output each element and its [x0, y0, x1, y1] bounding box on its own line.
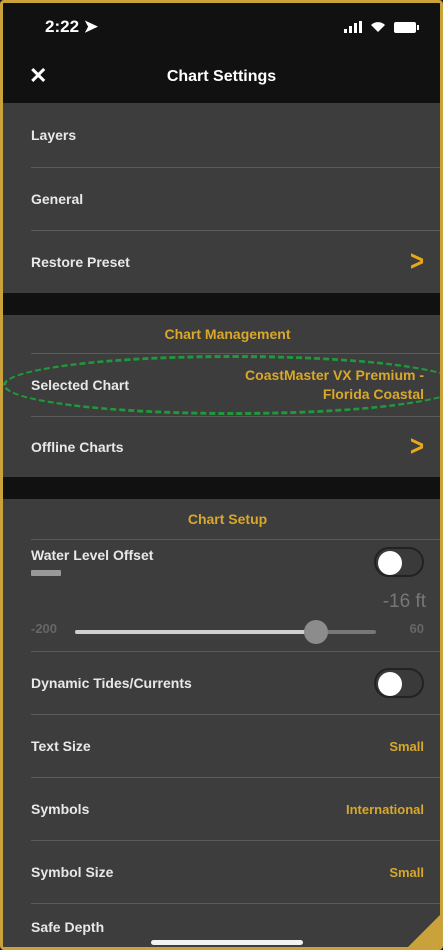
chart-management-title: Chart Management: [164, 326, 291, 342]
symbols-row[interactable]: Symbols International: [3, 778, 440, 840]
cellular-signal-icon: [344, 21, 362, 33]
slider-track[interactable]: [75, 620, 376, 644]
toggle-knob: [378, 672, 402, 696]
toggle-knob: [378, 551, 402, 575]
dynamic-tides-row: Dynamic Tides/Currents: [3, 652, 440, 714]
general-label: General: [31, 191, 84, 207]
menu-item-restore-preset[interactable]: Restore Preset >: [3, 231, 440, 293]
menu-item-general[interactable]: General: [3, 168, 440, 230]
restore-preset-label: Restore Preset: [31, 254, 130, 270]
chevron-right-icon: >: [409, 430, 424, 463]
menu-item-offline-charts[interactable]: Offline Charts >: [3, 417, 440, 477]
water-level-offset-toggle[interactable]: [374, 547, 424, 577]
symbol-size-row[interactable]: Symbol Size Small: [3, 841, 440, 903]
water-level-offset-slider-area: -16 ft -200 60: [3, 591, 440, 647]
water-level-offset-label: Water Level Offset: [31, 547, 154, 563]
text-size-row[interactable]: Text Size Small: [3, 715, 440, 777]
selected-chart-value-line2: Florida Coastal: [322, 386, 424, 402]
phone-screen: 2:22 ➤ ✕ Chart Settings Layers General R…: [0, 0, 443, 950]
water-level-offset-value: -16 ft: [382, 591, 426, 612]
slider-thumb[interactable]: [303, 620, 328, 644]
section-gap: [3, 477, 440, 499]
symbol-size-label: Symbol Size: [31, 864, 114, 880]
dynamic-tides-label: Dynamic Tides/Currents: [31, 675, 192, 691]
symbols-label: Symbols: [31, 801, 90, 817]
layers-label: Layers: [31, 127, 77, 143]
selected-chart-row[interactable]: Selected Chart CoastMaster VX Premium - …: [3, 354, 440, 416]
status-bar: 2:22 ➤: [3, 3, 440, 51]
water-level-offset-label-block: Water Level Offset: [31, 547, 153, 579]
chart-management-header: Chart Management: [3, 315, 440, 353]
location-arrow-icon: ➤: [83, 17, 99, 36]
dynamic-tides-toggle[interactable]: [374, 668, 424, 698]
selected-chart-label: Selected Chart: [31, 377, 130, 393]
page-title: Chart Settings: [166, 68, 277, 85]
chevron-right-icon: >: [409, 245, 424, 278]
text-size-label: Text Size: [31, 738, 91, 754]
menu-item-layers[interactable]: Layers: [3, 103, 440, 167]
offline-charts-label: Offline Charts: [31, 439, 124, 455]
status-icons: [344, 21, 419, 33]
text-size-value: Small: [389, 738, 424, 754]
selected-chart-value-line1: CoastMaster VX Premium -: [245, 367, 424, 383]
status-badge: [31, 570, 61, 576]
slider-track-fill: [75, 630, 316, 634]
chart-setup-title: Chart Setup: [187, 511, 268, 527]
symbol-size-value: Small: [389, 864, 424, 880]
battery-icon: [394, 21, 419, 33]
nav-bar: ✕ Chart Settings: [3, 51, 440, 103]
close-icon[interactable]: ✕: [29, 63, 47, 89]
chart-setup-header: Chart Setup: [3, 499, 440, 539]
wifi-icon: [371, 22, 385, 32]
clock-text: 2:22: [45, 17, 80, 36]
symbols-value: International: [345, 801, 424, 817]
section-gap: [3, 293, 440, 315]
status-time: 2:22 ➤: [45, 17, 98, 37]
divider: [31, 539, 440, 540]
home-indicator[interactable]: [151, 940, 303, 945]
slider-max-label: 60: [409, 621, 424, 636]
slider-min-label: -200: [31, 621, 58, 636]
safe-depth-label: Safe Depth: [31, 919, 105, 935]
water-level-offset-row: Water Level Offset: [3, 547, 440, 591]
selected-chart-value: CoastMaster VX Premium - Florida Coastal: [245, 366, 424, 404]
